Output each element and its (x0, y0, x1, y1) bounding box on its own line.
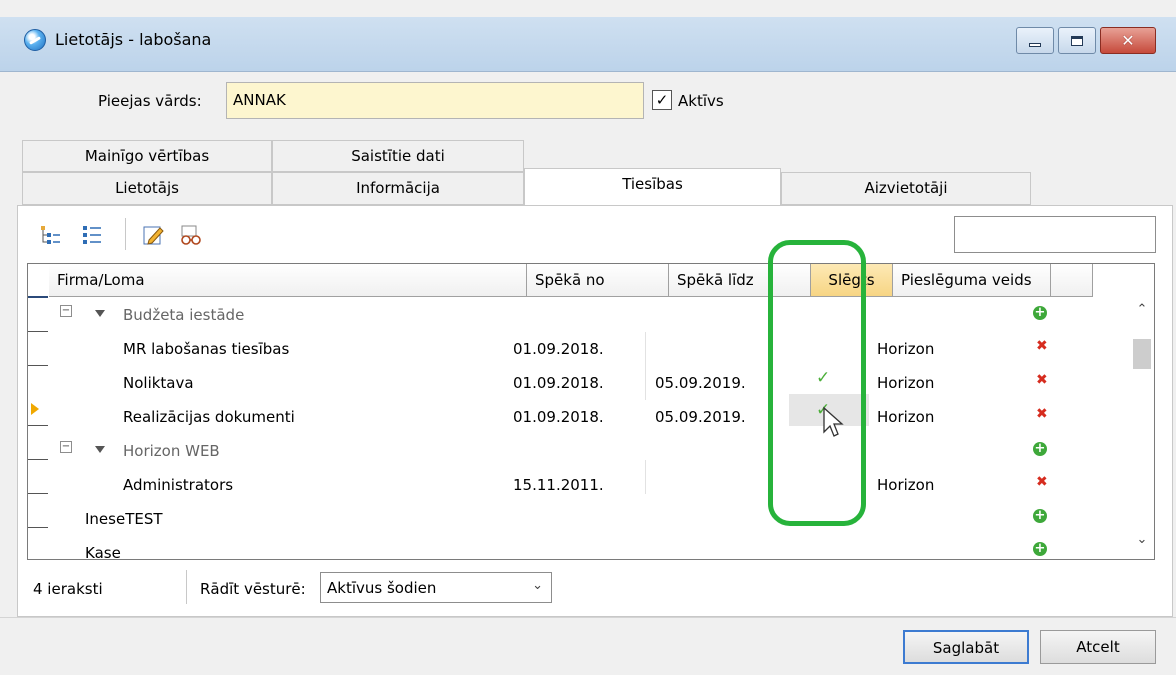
active-checkbox[interactable]: ✓ (652, 90, 672, 110)
close-icon: ✕ (1121, 31, 1135, 50)
company-name: IneseTEST (85, 510, 163, 528)
history-label: Rādīt vēsturē: (200, 580, 306, 598)
view-icon[interactable] (178, 222, 204, 248)
cancel-button[interactable]: Atcelt (1040, 630, 1156, 664)
login-name-input[interactable]: ANNAK (226, 82, 644, 119)
column-header-company-role[interactable]: Firma/Loma (49, 264, 527, 297)
role-name: Noliktava (123, 374, 194, 392)
column-header-actions[interactable] (1051, 264, 1093, 297)
group-name: Budžeta iestāde (123, 306, 245, 324)
collapse-toggle-icon[interactable]: − (60, 305, 72, 317)
valid-to: 05.09.2019. (655, 408, 746, 426)
row-indicator[interactable] (28, 460, 48, 494)
role-name: Realizācijas dokumenti (123, 408, 295, 426)
minimize-button[interactable] (1016, 27, 1054, 54)
scroll-down-icon[interactable]: ⌄ (1130, 532, 1154, 554)
tree-expand-icon[interactable] (37, 222, 63, 248)
add-icon[interactable]: + (1033, 509, 1047, 523)
delete-icon[interactable]: ✖ (1036, 338, 1048, 354)
row-indicator-column (28, 264, 48, 559)
chevron-down-icon: ⌄ (532, 578, 543, 593)
scroll-up-icon[interactable]: ⌃ (1130, 302, 1154, 324)
current-row-arrow-icon (31, 403, 39, 415)
valid-from: 01.09.2018. (513, 374, 604, 392)
vertical-scrollbar[interactable]: ⌃ ⌄ (1130, 296, 1154, 558)
app-icon (24, 29, 46, 51)
tab-permissions[interactable]: Tiesības (524, 168, 781, 206)
closed-column-highlight (768, 240, 866, 526)
column-header-connection-type[interactable]: Pieslēguma veids (893, 264, 1051, 297)
valid-from: 01.09.2018. (513, 340, 604, 358)
connection-type: Horizon (877, 408, 935, 426)
valid-to: 05.09.2019. (655, 374, 746, 392)
minimize-icon (1029, 42, 1041, 47)
add-icon[interactable]: + (1033, 306, 1047, 320)
connection-type: Horizon (877, 476, 935, 494)
toolbar-separator (125, 218, 126, 250)
row-indicator[interactable] (28, 426, 48, 460)
row-indicator[interactable] (28, 528, 48, 559)
permissions-grid: Firma/Loma Spēkā no Spēkā līdz Slēgts Pi… (27, 263, 1155, 560)
grid-line (645, 332, 646, 366)
record-count: 4 ieraksti (33, 580, 103, 598)
maximize-button[interactable] (1058, 27, 1096, 54)
role-name: Administrators (123, 476, 234, 494)
valid-from: 01.09.2018. (513, 408, 604, 426)
close-button[interactable]: ✕ (1100, 27, 1156, 54)
group-arrow-icon (95, 310, 105, 317)
role-name: MR labošanas tiesības (123, 340, 290, 358)
tab-user[interactable]: Lietotājs (22, 172, 272, 205)
tab-substitutes[interactable]: Aizvietotāji (781, 172, 1031, 205)
login-name-label: Pieejas vārds: (98, 92, 202, 110)
tab-variable-values[interactable]: Mainīgo vērtības (22, 140, 272, 172)
indicator-header (28, 264, 48, 298)
row-indicator[interactable] (28, 298, 48, 332)
add-icon[interactable]: + (1033, 442, 1047, 456)
row-indicator[interactable] (28, 494, 48, 528)
active-label: Aktīvs (678, 92, 724, 110)
mouse-cursor-icon (823, 406, 844, 437)
history-select[interactable]: Aktīvus šodien ⌄ (320, 572, 552, 603)
row-indicator[interactable] (28, 332, 48, 366)
group-arrow-icon (95, 446, 105, 453)
footer-divider (0, 617, 1176, 618)
title-bar: Lietotājs - labošana ✕ (0, 17, 1176, 72)
company-name: Kase (85, 544, 121, 560)
current-row-indicator[interactable] (28, 392, 48, 426)
valid-from: 15.11.2011. (513, 476, 604, 494)
connection-type: Horizon (877, 340, 935, 358)
user-edit-window: Lietotājs - labošana ✕ Pieejas vārds: AN… (0, 0, 1176, 675)
edit-icon[interactable] (140, 222, 166, 248)
scroll-thumb[interactable] (1133, 339, 1151, 369)
search-input[interactable] (954, 216, 1156, 253)
history-select-value: Aktīvus šodien (327, 579, 437, 597)
tab-information[interactable]: Informācija (272, 172, 524, 205)
delete-icon[interactable]: ✖ (1036, 406, 1048, 422)
maximize-icon (1071, 35, 1083, 46)
delete-icon[interactable]: ✖ (1036, 372, 1048, 388)
save-button[interactable]: Saglabāt (903, 630, 1029, 664)
connection-type: Horizon (877, 374, 935, 392)
window-title: Lietotājs - labošana (55, 30, 212, 49)
list-view-icon[interactable] (79, 222, 105, 248)
add-icon[interactable]: + (1033, 542, 1047, 556)
grid-line (645, 460, 646, 494)
tab-linked-data[interactable]: Saistītie dati (272, 140, 524, 172)
column-header-valid-from[interactable]: Spēkā no (527, 264, 669, 297)
status-separator (186, 570, 187, 604)
grid-line (645, 366, 646, 400)
delete-icon[interactable]: ✖ (1036, 474, 1048, 490)
group-name: Horizon WEB (123, 442, 220, 460)
collapse-toggle-icon[interactable]: − (60, 441, 72, 453)
